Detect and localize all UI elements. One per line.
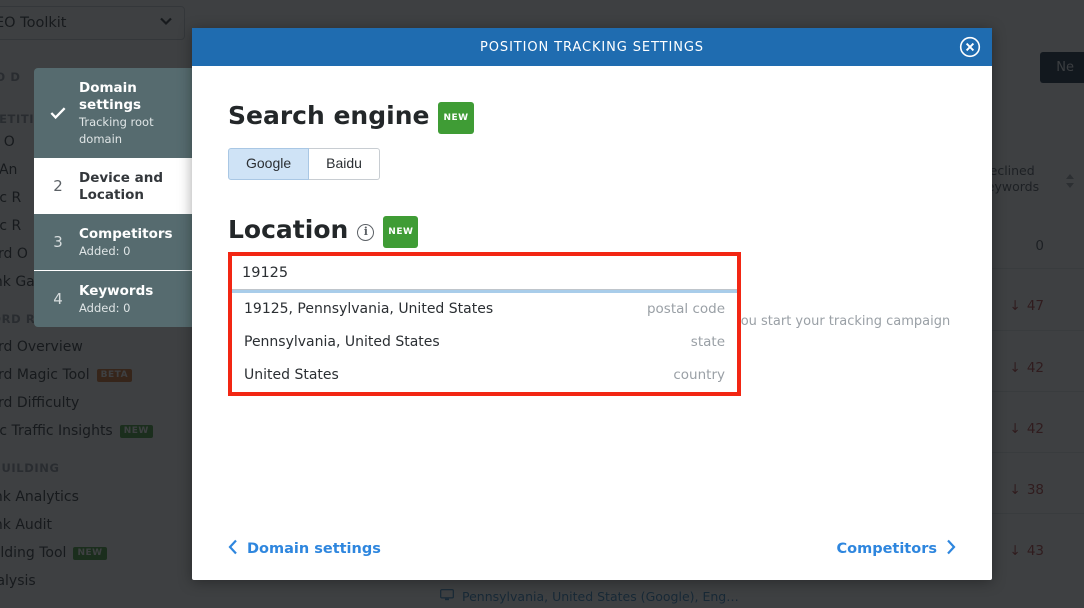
search-engine-option-google[interactable]: Google <box>228 148 310 180</box>
setup-steps-panel: Domain settings Tracking root domain 2 D… <box>34 68 200 327</box>
location-heading: Location i new <box>228 214 956 248</box>
next-step-link[interactable]: Competitors <box>836 539 956 559</box>
suggestion-name: Pennsylvania, United States <box>244 334 440 350</box>
search-engine-toggle: Google Baidu <box>228 148 956 180</box>
prev-step-label: Domain settings <box>247 541 381 557</box>
search-engine-option-baidu[interactable]: Baidu <box>309 148 380 180</box>
chevron-left-icon <box>228 539 238 559</box>
new-badge: new <box>383 216 419 248</box>
modal-title: POSITION TRACKING SETTINGS <box>480 39 704 55</box>
step-device-and-location[interactable]: 2 Device and Location <box>34 158 200 214</box>
step-title: Competitors <box>79 226 173 242</box>
step-subtitle: Added: 0 <box>79 301 131 315</box>
modal-body: Search engine new Google Baidu Location … <box>192 66 992 396</box>
step-subtitle: Added: 0 <box>79 244 131 258</box>
modal-header: POSITION TRACKING SETTINGS <box>192 28 992 66</box>
step-keywords[interactable]: 4 Keywords Added: 0 <box>34 270 200 327</box>
step-subtitle: Tracking root domain <box>79 115 154 146</box>
suggestion-name: United States <box>244 367 339 383</box>
step-title: Keywords <box>79 283 154 299</box>
location-suggestions-dropdown: 19125, Pennsylvania, United States posta… <box>232 293 737 392</box>
step-number: 2 <box>53 177 63 195</box>
location-suggestion-item[interactable]: United States country <box>232 359 737 392</box>
step-number: 4 <box>53 290 63 308</box>
check-icon <box>50 106 66 120</box>
position-tracking-settings-modal: POSITION TRACKING SETTINGS Search engine… <box>192 28 992 580</box>
location-input[interactable] <box>232 256 737 290</box>
chevron-right-icon <box>946 539 956 559</box>
suggestion-type: postal code <box>646 301 725 317</box>
step-title: Device and Location <box>79 170 164 203</box>
close-circle-icon[interactable] <box>959 36 981 58</box>
screen: EO Toolkit SEO D MPETITI ain O fic An an… <box>0 0 1084 608</box>
suggestion-type: country <box>673 367 725 383</box>
search-engine-heading-text: Search engine <box>228 101 430 130</box>
info-icon[interactable]: i <box>357 223 375 241</box>
location-suggestion-item[interactable]: 19125, Pennsylvania, United States posta… <box>232 293 737 326</box>
step-title: Domain settings <box>79 80 142 113</box>
modal-footer: Domain settings Competitors <box>192 518 992 580</box>
location-heading-text: Location <box>228 215 349 244</box>
new-badge: new <box>438 102 474 134</box>
step-domain-settings[interactable]: Domain settings Tracking root domain <box>34 68 200 158</box>
next-step-label: Competitors <box>836 541 937 557</box>
location-helper-text: you start your tracking campaign <box>733 314 951 329</box>
step-number: 3 <box>53 233 63 251</box>
search-engine-heading: Search engine new <box>228 100 956 134</box>
location-section: Location i new you start your tracking c… <box>228 214 956 396</box>
prev-step-link[interactable]: Domain settings <box>228 539 381 559</box>
location-highlight-box: 19125, Pennsylvania, United States posta… <box>228 252 741 396</box>
suggestion-type: state <box>690 334 725 350</box>
suggestion-name: 19125, Pennsylvania, United States <box>244 301 494 317</box>
step-competitors[interactable]: 3 Competitors Added: 0 <box>34 214 200 270</box>
location-suggestion-item[interactable]: Pennsylvania, United States state <box>232 326 737 359</box>
